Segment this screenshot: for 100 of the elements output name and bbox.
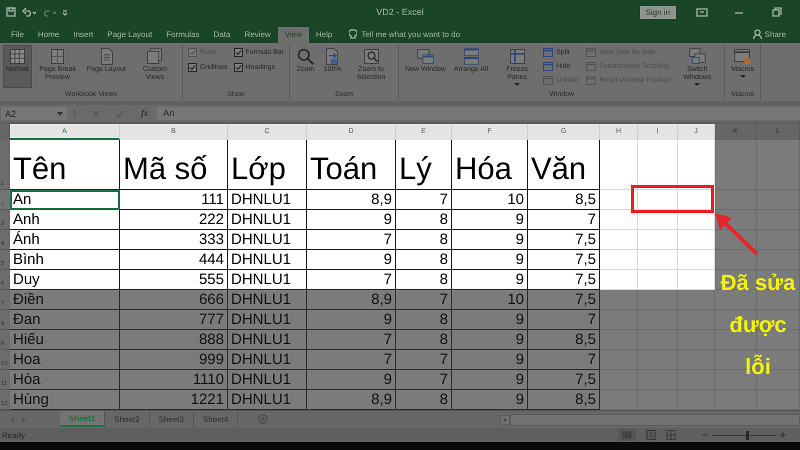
- table-cell[interactable]: 10: [452, 190, 528, 210]
- table-cell[interactable]: 8: [396, 230, 452, 250]
- ribbon-tab[interactable]: Insert: [66, 27, 100, 43]
- table-cell[interactable]: 7,5: [528, 370, 600, 390]
- table-cell[interactable]: 555: [120, 270, 228, 290]
- table-cell[interactable]: 7: [396, 350, 452, 370]
- table-cell[interactable]: Anh: [10, 210, 120, 230]
- table-cell[interactable]: 9: [452, 330, 528, 350]
- table-cell[interactable]: DHNLU1: [228, 190, 307, 210]
- table-cell[interactable]: Điền: [10, 290, 120, 310]
- table-cell[interactable]: DHNLU1: [228, 210, 307, 230]
- ribbon-tab[interactable]: Data: [206, 27, 238, 43]
- table-cell[interactable]: Hiếu: [10, 330, 120, 350]
- table-cell[interactable]: 8: [396, 270, 452, 290]
- table-cell[interactable]: 7: [396, 370, 452, 390]
- table-cell[interactable]: 7: [307, 330, 396, 350]
- insert-function-button[interactable]: fx: [138, 108, 152, 119]
- table-cell[interactable]: 7,5: [528, 250, 600, 270]
- table-cell[interactable]: 8: [396, 390, 452, 410]
- table-cell[interactable]: 7: [307, 230, 396, 250]
- table-cell[interactable]: 777: [120, 310, 228, 330]
- ribbon-tab[interactable]: Review: [237, 27, 278, 43]
- table-cell[interactable]: 7: [396, 290, 452, 310]
- table-cell[interactable]: 8: [396, 310, 452, 330]
- table-cell[interactable]: 9: [452, 230, 528, 250]
- tell-me-search[interactable]: Tell me what you want to do: [349, 29, 460, 43]
- table-cell[interactable]: 10: [452, 290, 528, 310]
- table-cell[interactable]: Hùng: [10, 390, 120, 410]
- table-cell[interactable]: 9: [452, 370, 528, 390]
- formula-input[interactable]: An: [157, 107, 800, 120]
- table-cell[interactable]: DHNLU1: [228, 250, 307, 270]
- table-cell[interactable]: Lớp: [228, 140, 307, 190]
- table-cell[interactable]: 1110: [120, 370, 228, 390]
- sheet-tab[interactable]: Sheet4: [194, 411, 238, 427]
- table-cell[interactable]: 9: [452, 390, 528, 410]
- table-cell[interactable]: 7,5: [528, 270, 600, 290]
- sheet-tab[interactable]: Sheet2: [105, 411, 150, 427]
- ribbon-tab[interactable]: Formulas: [159, 27, 207, 43]
- table-cell[interactable]: 7: [307, 270, 396, 290]
- table-cell[interactable]: 333: [120, 230, 228, 250]
- table-cell[interactable]: 666: [120, 290, 228, 310]
- table-cell[interactable]: 7,5: [528, 230, 600, 250]
- table-cell[interactable]: DHNLU1: [228, 270, 307, 290]
- table-cell[interactable]: 8,5: [528, 190, 600, 210]
- table-cell[interactable]: 9: [452, 310, 528, 330]
- sheet-tab[interactable]: Sheet3: [150, 411, 194, 427]
- table-cell[interactable]: 111: [120, 190, 228, 210]
- table-cell[interactable]: 7: [528, 210, 600, 230]
- table-cell[interactable]: 9: [452, 210, 528, 230]
- table-cell[interactable]: 9: [307, 250, 396, 270]
- name-box[interactable]: A2: [1, 107, 67, 120]
- ribbon-tab[interactable]: Help: [308, 27, 340, 43]
- table-cell[interactable]: 8: [396, 330, 452, 350]
- table-cell[interactable]: Ánh: [10, 230, 120, 250]
- table-cell[interactable]: 7: [396, 190, 452, 210]
- table-cell[interactable]: Tên: [10, 140, 120, 190]
- table-cell[interactable]: 8: [396, 210, 452, 230]
- table-cell[interactable]: 7: [307, 350, 396, 370]
- slider-thumb[interactable]: [746, 430, 749, 440]
- table-cell[interactable]: 8,9: [307, 290, 396, 310]
- table-cell[interactable]: 888: [120, 330, 228, 350]
- table-cell[interactable]: An: [10, 190, 120, 210]
- table-cell[interactable]: Hòa: [10, 370, 120, 390]
- sign-in-button[interactable]: Sign in: [640, 6, 676, 18]
- table-cell[interactable]: DHNLU1: [228, 330, 307, 350]
- table-cell[interactable]: Duy: [10, 270, 120, 290]
- empty-cells-area[interactable]: [715, 140, 800, 410]
- table-cell[interactable]: Hóa: [452, 140, 528, 190]
- table-cell[interactable]: DHNLU1: [228, 230, 307, 250]
- table-cell[interactable]: 1221: [120, 390, 228, 410]
- table-cell[interactable]: 999: [120, 350, 228, 370]
- select-all-corner[interactable]: [0, 124, 10, 140]
- table-cell[interactable]: Toán: [307, 140, 396, 190]
- table-cell[interactable]: Lý: [396, 140, 452, 190]
- share-button[interactable]: Share: [742, 29, 796, 43]
- table-cell[interactable]: 7: [528, 350, 600, 370]
- table-cell[interactable]: 9: [452, 250, 528, 270]
- table-cell[interactable]: Đan: [10, 310, 120, 330]
- ribbon-tab[interactable]: File: [4, 27, 31, 43]
- table-cell[interactable]: 8,5: [528, 390, 600, 410]
- ribbon-tab[interactable]: Home: [30, 27, 66, 43]
- table-cell[interactable]: DHNLU1: [228, 390, 307, 410]
- table-cell[interactable]: Hoa: [10, 350, 120, 370]
- table-cell[interactable]: DHNLU1: [228, 350, 307, 370]
- table-cell[interactable]: Bình: [10, 250, 120, 270]
- table-cell[interactable]: Mã số: [120, 140, 228, 190]
- ribbon-tab[interactable]: Page Layout: [100, 27, 160, 43]
- table-cell[interactable]: DHNLU1: [228, 290, 307, 310]
- table-cell[interactable]: 7,5: [528, 290, 600, 310]
- table-cell[interactable]: 8,9: [307, 190, 396, 210]
- table-cell[interactable]: Văn: [528, 140, 600, 190]
- table-cell[interactable]: 7: [528, 310, 600, 330]
- table-cell[interactable]: 444: [120, 250, 228, 270]
- table-cell[interactable]: DHNLU1: [228, 370, 307, 390]
- table-cell[interactable]: 8,9: [307, 390, 396, 410]
- table-cell[interactable]: 9: [307, 370, 396, 390]
- table-cell[interactable]: DHNLU1: [228, 310, 307, 330]
- table-cell[interactable]: 8,5: [528, 330, 600, 350]
- table-cell[interactable]: 222: [120, 210, 228, 230]
- table-cell[interactable]: 9: [452, 270, 528, 290]
